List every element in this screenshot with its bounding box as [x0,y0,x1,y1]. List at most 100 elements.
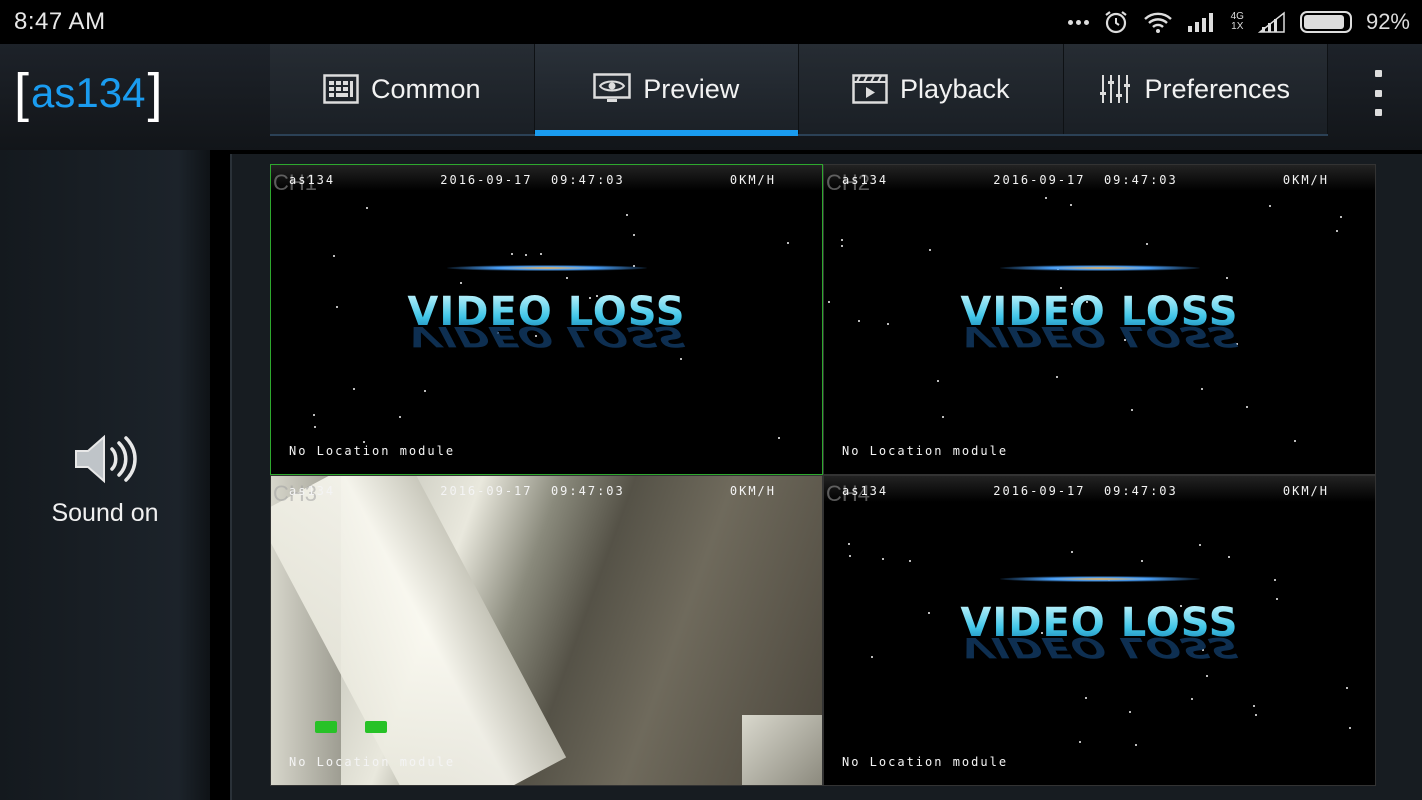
sliders-icon [1100,75,1131,103]
battery-percent: 92% [1365,9,1410,34]
channel-cell-3[interactable]: CH3 as134 2016-09-17 09:47:03 0KM/H No L… [270,475,823,786]
location-status: No Location module [289,444,456,458]
tab-preferences-label: Preferences [1144,73,1291,104]
app-header: [ as134 ] Common Preview Playback Prefer… [0,44,1422,150]
star-dot [848,543,850,545]
tab-preview[interactable]: Preview [534,44,799,136]
osd-device: as134 [289,484,336,498]
star-dot [929,249,931,251]
star-dot [1045,197,1047,199]
tab-preferences[interactable]: Preferences [1064,44,1328,134]
star-dot [1131,409,1133,411]
star-dot [424,390,426,392]
star-dot [778,437,780,439]
osd-speed: 0KM/H [729,484,776,498]
channel-grid: CH1 as134 2016-09-17 09:47:03 0KM/H VIDE… [270,164,1376,786]
star-dot [363,441,365,443]
star-dot [314,426,316,428]
more-notifications-icon [1067,19,1089,25]
star-dot [353,388,355,390]
star-dot [1141,560,1143,562]
motion-icon [365,721,387,733]
video-loss-banner: VIDEO LOSS VIDEO LOSS [271,265,822,359]
star-dot [399,416,401,418]
star-dot [525,254,527,256]
osd-speed: 0KM/H [1282,484,1329,498]
film-play-icon [852,74,888,104]
star-dot [1146,243,1148,245]
star-dot [1191,698,1193,700]
location-status: No Location module [842,755,1009,769]
logo-text: as134 [31,69,146,116]
video-loss-banner: VIDEO LOSS VIDEO LOSS [824,576,1375,670]
star-dot [841,245,843,247]
recording-icon [315,721,337,733]
tab-playback-label: Playback [899,73,1010,104]
logo-bracket-left: [ [14,63,30,123]
osd-datetime: 2016-09-17 09:47:03 [440,173,625,187]
eye-monitor-icon [593,73,631,102]
overflow-menu-icon[interactable] [1368,70,1388,116]
star-dot [909,560,911,562]
star-dot [1129,711,1131,713]
star-dot [333,255,335,257]
osd-header: as134 2016-09-17 09:47:03 0KM/H [842,173,1329,187]
sound-toggle-button[interactable]: Sound on [0,432,210,528]
star-dot [1056,376,1058,378]
alarm-icon [1104,11,1127,34]
video-loss-reflection: VIDEO LOSS [952,319,1247,353]
grid-keypad-icon [323,74,359,104]
star-dot [1253,705,1255,707]
star-dot [1071,551,1073,553]
star-dot [1201,388,1203,390]
star-dot [1336,230,1338,232]
star-dot [1070,204,1072,206]
star-dot [1135,744,1137,746]
osd-speed: 0KM/H [729,173,776,187]
speaker-icon [75,434,137,484]
star-dot [849,555,851,557]
star-dot [1255,714,1257,716]
star-dot [1206,675,1208,677]
left-panel: Sound on [0,150,210,800]
osd-datetime: 2016-09-17 09:47:03 [440,484,625,498]
star-dot [511,253,513,255]
location-status: No Location module [842,444,1009,458]
app-logo: [ as134 ] [14,66,162,120]
wifi-icon [1143,12,1172,33]
star-dot [937,380,939,382]
osd-device: as134 [842,173,889,187]
video-loss-reflection: VIDEO LOSS [399,319,694,353]
star-dot [1246,406,1248,408]
tab-common[interactable]: Common [270,44,535,134]
star-dot [633,234,635,236]
status-bar: 8:47 AM 4G 1X 92% [0,0,1422,44]
star-dot [787,242,789,244]
star-dot [942,416,944,418]
channel-cell-1[interactable]: CH1 as134 2016-09-17 09:47:03 0KM/H VIDE… [270,164,823,475]
status-icons: 4G 1X 92% [1067,9,1410,35]
osd-device: as134 [289,173,336,187]
location-status: No Location module [289,755,456,769]
signal-2-icon [1257,11,1285,33]
channel-cell-4[interactable]: CH4 as134 2016-09-17 09:47:03 0KM/H VIDE… [823,475,1376,786]
star-dot [313,414,315,416]
osd-header: as134 2016-09-17 09:47:03 0KM/H [289,484,776,498]
star-dot [1294,440,1296,442]
osd-datetime: 2016-09-17 09:47:03 [993,173,1178,187]
star-dot [882,558,884,560]
signal-icon [1187,13,1213,32]
battery-icon [1299,11,1352,33]
star-dot [1269,205,1271,207]
video-loss-banner: VIDEO LOSS VIDEO LOSS [824,265,1375,359]
star-dot [1340,216,1342,218]
star-dot [841,239,843,241]
osd-speed: 0KM/H [1282,173,1329,187]
osd-header: as134 2016-09-17 09:47:03 0KM/H [289,173,776,187]
network-type: 4G 1X [1230,11,1244,32]
osd-device: as134 [842,484,889,498]
osd-datetime: 2016-09-17 09:47:03 [993,484,1178,498]
osd-header: as134 2016-09-17 09:47:03 0KM/H [842,484,1329,498]
channel-cell-2[interactable]: CH2 as134 2016-09-17 09:47:03 0KM/H VIDE… [823,164,1376,475]
tab-playback[interactable]: Playback [799,44,1064,134]
